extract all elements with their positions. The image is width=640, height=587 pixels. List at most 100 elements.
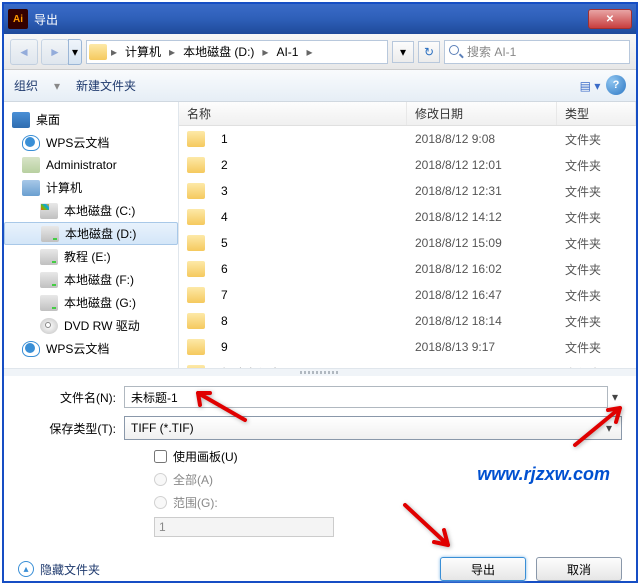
resize-grip[interactable] [4,368,636,376]
sidebar-item-computer[interactable]: 计算机 [4,176,178,199]
sidebar-item-wps-cloud[interactable]: WPS云文档 [4,337,178,360]
column-headers: 名称 修改日期 类型 [179,102,636,126]
filename-input[interactable] [124,386,608,408]
table-row[interactable]: 52018/8/12 15:09文件夹 [179,230,636,256]
help-button[interactable]: ? [606,75,626,95]
sidebar-item-drive-f[interactable]: 本地磁盘 (F:) [4,268,178,291]
use-artboard-checkbox[interactable] [154,450,167,463]
cell-date: 2018/8/12 18:14 [407,314,557,328]
cell-date: 2018/8/14 9:18 [407,366,557,368]
address-dropdown[interactable]: ▾ [392,41,414,63]
cell-date: 2018/8/12 12:01 [407,158,557,172]
cell-name: 6 [213,262,407,276]
toolbar: 组织 ▾ 新建文件夹 ▤ ▾ ? [4,70,636,102]
folder-icon [187,339,205,355]
cell-type: 文件夹 [557,261,609,278]
search-input[interactable]: 搜索 AI-1 [444,40,630,64]
range-radio [154,496,167,509]
dvd-icon [40,318,58,334]
dropdown-icon[interactable]: ▾ [608,390,622,404]
table-row[interactable]: 新建文件夹2018/8/14 9:18文件夹 [179,360,636,368]
table-row[interactable]: 32018/8/12 12:31文件夹 [179,178,636,204]
folder-icon [187,365,205,368]
cell-date: 2018/8/12 14:12 [407,210,557,224]
table-row[interactable]: 82018/8/12 18:14文件夹 [179,308,636,334]
folder-icon [187,261,205,277]
folder-icon [187,287,205,303]
table-row[interactable]: 42018/8/12 14:12文件夹 [179,204,636,230]
cell-name: 7 [213,288,407,302]
address-bar[interactable]: ▸ 计算机 ▸ 本地磁盘 (D:) ▸ AI-1 ▸ [86,40,388,64]
forward-button[interactable]: ► [41,39,69,65]
chevron-right-icon: ▸ [167,45,177,59]
folder-icon [187,183,205,199]
column-name[interactable]: 名称 [179,102,407,125]
desktop-icon [12,112,30,128]
nav-bar: ◄ ► ▾ ▸ 计算机 ▸ 本地磁盘 (D:) ▸ AI-1 ▸ ▾ ↻ 搜索 … [4,34,636,70]
collapse-icon: ▴ [18,561,34,577]
search-placeholder: 搜索 AI-1 [467,43,516,60]
refresh-button[interactable]: ↻ [418,41,440,63]
folder-icon [187,209,205,225]
filetype-value: TIFF (*.TIF) [131,421,194,435]
file-rows[interactable]: 12018/8/12 9:08文件夹22018/8/12 12:01文件夹320… [179,126,636,368]
breadcrumb-segment[interactable]: AI-1 [272,43,302,61]
drive-icon [40,249,58,265]
cell-date: 2018/8/12 16:02 [407,262,557,276]
filename-label: 文件名(N): [18,389,124,406]
cell-date: 2018/8/12 16:47 [407,288,557,302]
sidebar-item-user[interactable]: Administrator [4,154,178,176]
chevron-right-icon: ▸ [109,45,119,59]
cell-name: 4 [213,210,407,224]
folder-icon [187,157,205,173]
cell-date: 2018/8/12 12:31 [407,184,557,198]
folder-icon [187,235,205,251]
table-row[interactable]: 62018/8/12 16:02文件夹 [179,256,636,282]
cell-type: 文件夹 [557,157,609,174]
hide-folders-link[interactable]: ▴ 隐藏文件夹 [18,561,100,578]
view-options-button[interactable]: ▤ ▾ [578,75,602,97]
cell-date: 2018/8/12 15:09 [407,236,557,250]
sidebar: 桌面 WPS云文档 Administrator 计算机 本地磁盘 (C:) 本地… [4,102,179,368]
cell-name: 9 [213,340,407,354]
sidebar-item-dvd[interactable]: DVD RW 驱动 [4,314,178,337]
column-type[interactable]: 类型 [557,102,636,125]
column-date[interactable]: 修改日期 [407,102,557,125]
cancel-button[interactable]: 取消 [536,557,622,581]
chevron-right-icon: ▸ [304,45,314,59]
cell-type: 文件夹 [557,313,609,330]
sidebar-item-drive-d[interactable]: 本地磁盘 (D:) [4,222,178,245]
new-folder-button[interactable]: 新建文件夹 [76,77,136,94]
table-row[interactable]: 22018/8/12 12:01文件夹 [179,152,636,178]
sidebar-item-wps-cloud[interactable]: WPS云文档 [4,131,178,154]
export-button[interactable]: 导出 [440,557,526,581]
sidebar-item-drive-g[interactable]: 本地磁盘 (G:) [4,291,178,314]
cell-name: 5 [213,236,407,250]
watermark: www.rjzxw.com [477,464,610,485]
titlebar: Ai 导出 ✕ [4,4,636,34]
close-button[interactable]: ✕ [588,9,632,29]
table-row[interactable]: 12018/8/12 9:08文件夹 [179,126,636,152]
cell-name: 2 [213,158,407,172]
breadcrumb-segment[interactable]: 本地磁盘 (D:) [179,41,258,62]
cell-name: 1 [213,132,407,146]
cloud-icon [22,135,40,151]
use-artboard-label: 使用画板(U) [173,448,238,465]
drive-icon [40,203,58,219]
organize-menu[interactable]: 组织 [14,77,38,94]
cell-date: 2018/8/13 9:17 [407,340,557,354]
table-row[interactable]: 92018/8/13 9:17文件夹 [179,334,636,360]
sidebar-item-desktop[interactable]: 桌面 [4,108,178,131]
sidebar-item-drive-c[interactable]: 本地磁盘 (C:) [4,199,178,222]
cell-type: 文件夹 [557,183,609,200]
cell-type: 文件夹 [557,235,609,252]
table-row[interactable]: 72018/8/12 16:47文件夹 [179,282,636,308]
all-label: 全部(A) [173,471,213,488]
back-button[interactable]: ◄ [10,39,38,65]
filetype-combo[interactable]: TIFF (*.TIF) ▾ [124,416,622,440]
breadcrumb-segment[interactable]: 计算机 [121,41,165,62]
history-dropdown[interactable]: ▾ [68,39,82,65]
folder-icon [187,313,205,329]
range-label: 范围(G): [173,494,218,511]
sidebar-item-drive-e[interactable]: 教程 (E:) [4,245,178,268]
